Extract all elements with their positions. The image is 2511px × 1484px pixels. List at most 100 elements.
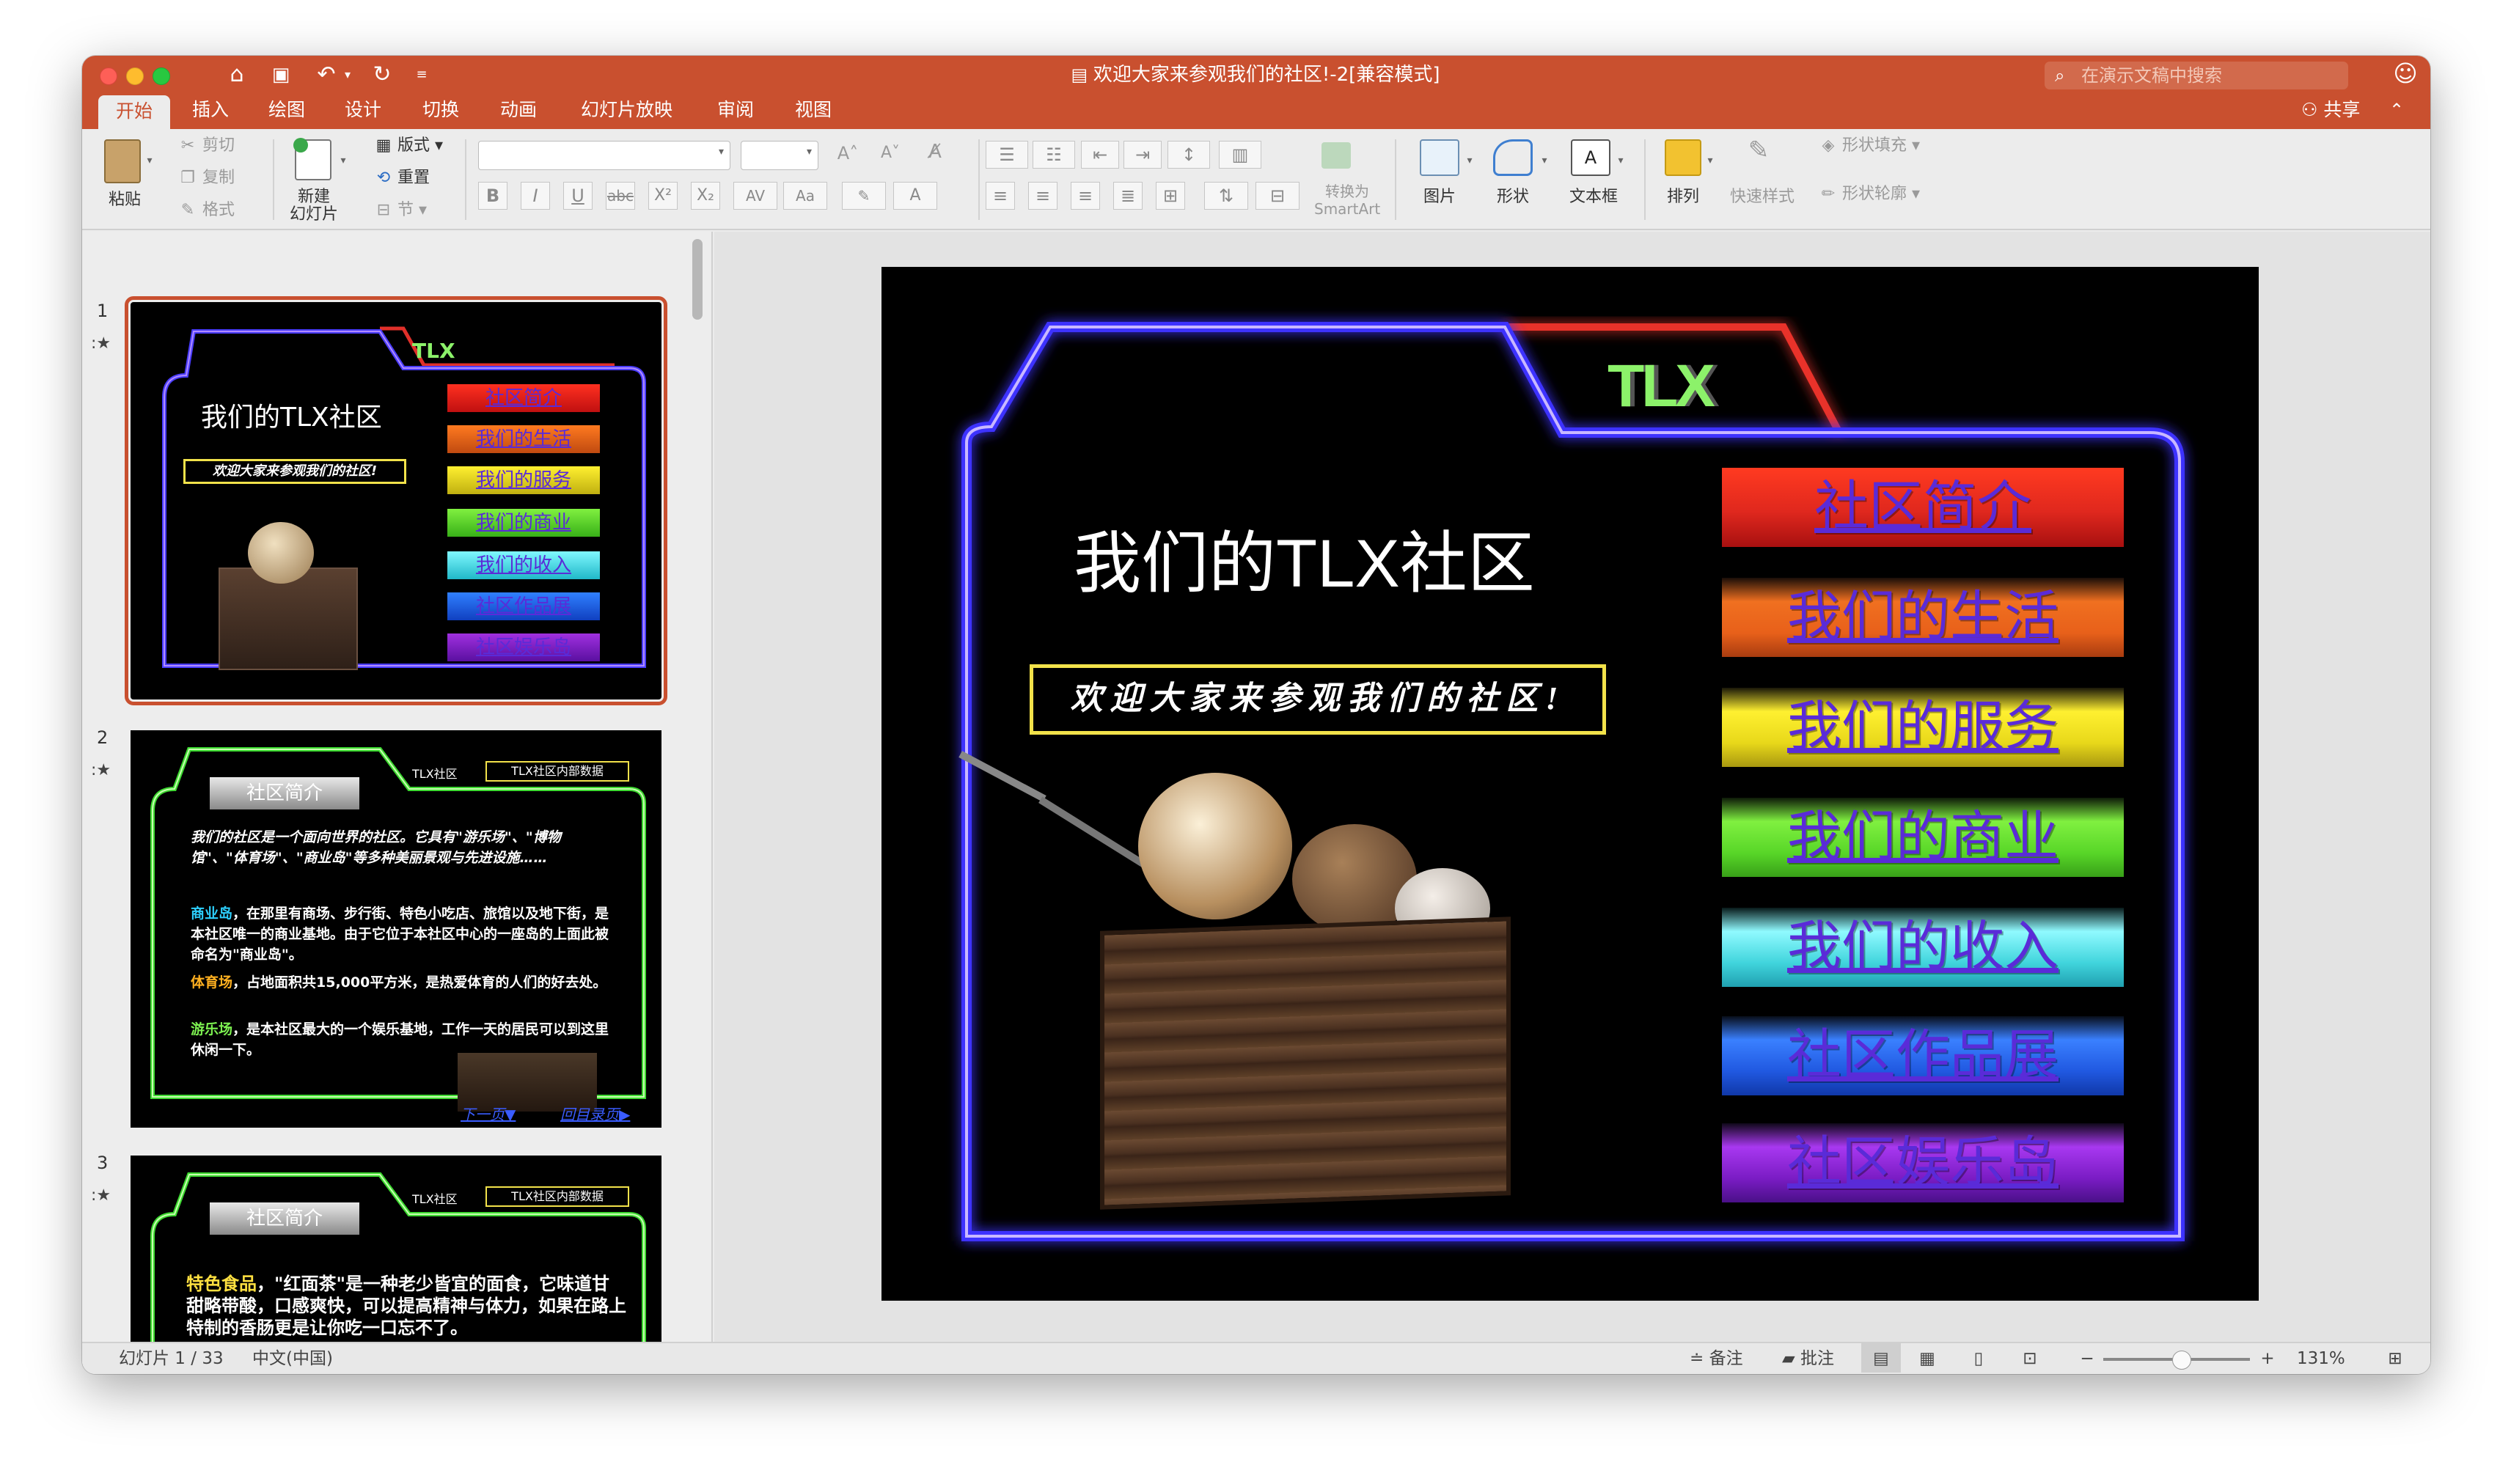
font-family-select[interactable]: ▾: [478, 141, 730, 170]
save-icon[interactable]: ▣: [265, 60, 296, 89]
copy-icon[interactable]: ❐: [176, 169, 199, 188]
decrease-font-icon[interactable]: A˅: [871, 144, 909, 163]
shape-icon[interactable]: [1493, 139, 1533, 176]
align-right-button[interactable]: ≡: [1071, 182, 1100, 210]
textbox-button[interactable]: 文本框: [1561, 188, 1627, 207]
shape-outline-button[interactable]: 形状轮廓 ▾: [1842, 185, 1938, 204]
convert-smartart-label-1[interactable]: 转换为: [1314, 182, 1380, 201]
highlight-button[interactable]: ✎: [842, 182, 886, 210]
new-slide-dropdown-icon[interactable]: ▾: [337, 151, 349, 170]
paste-dropdown-icon[interactable]: ▾: [144, 151, 155, 170]
underline-button[interactable]: U: [563, 182, 593, 210]
language-indicator[interactable]: 中文(中国): [252, 1343, 333, 1374]
clear-formatting-icon[interactable]: A̸: [917, 142, 953, 161]
numbering-button[interactable]: ☷: [1033, 141, 1075, 169]
zoom-slider-thumb[interactable]: [2172, 1351, 2191, 1370]
convert-smartart-label-2[interactable]: SmartArt: [1314, 199, 1380, 218]
picture-button[interactable]: 图片: [1414, 188, 1465, 207]
copy-button[interactable]: 复制: [202, 169, 246, 188]
tab-draw[interactable]: 绘图: [268, 94, 305, 126]
notes-button[interactable]: ≐ 备注: [1690, 1343, 1743, 1374]
picture-dropdown-icon[interactable]: ▾: [1464, 151, 1476, 170]
tab-home[interactable]: 开始: [98, 95, 171, 129]
decrease-indent-button[interactable]: ⇤: [1081, 141, 1119, 169]
reset-button[interactable]: 重置: [397, 169, 449, 188]
textbox-icon[interactable]: A: [1571, 139, 1610, 176]
minimize-window-button[interactable]: [126, 67, 144, 85]
slide-thumbnail-2[interactable]: 社区简介 TLX社区 TLX社区内部数据 我们的社区是一个面向世界的社区。它具有…: [131, 730, 661, 1128]
new-slide-label-1[interactable]: 新建: [285, 188, 343, 207]
zoom-in-icon[interactable]: +: [2259, 1343, 2276, 1374]
cut-button[interactable]: 剪切: [202, 136, 246, 155]
menu-link-our-services[interactable]: 我们的服务: [1722, 688, 2124, 767]
bold-button[interactable]: B: [478, 182, 507, 210]
arrange-dropdown-icon[interactable]: ▾: [1704, 151, 1716, 170]
shape-dropdown-icon[interactable]: ▾: [1539, 151, 1550, 170]
slide-thumbnail-panel[interactable]: 1 :★ TLX 我们的TLX社区 欢迎大家来参观我们的社区! 社区简介 我们的…: [82, 232, 713, 1374]
text-direction-button[interactable]: ⇅: [1204, 182, 1248, 210]
format-painter-button[interactable]: 格式: [202, 201, 246, 220]
tab-insert[interactable]: 插入: [192, 94, 229, 126]
tab-slideshow[interactable]: 幻灯片放映: [581, 94, 672, 126]
zoom-level[interactable]: 131%: [2297, 1343, 2345, 1374]
account-icon[interactable]: ☺: [2391, 59, 2420, 88]
customize-toolbar-icon[interactable]: ≡: [411, 60, 433, 89]
font-color-button[interactable]: A: [893, 182, 937, 210]
share-button[interactable]: ⚇ 共享: [2301, 94, 2360, 126]
zoom-window-button[interactable]: [153, 67, 170, 85]
shape-fill-icon[interactable]: ◈: [1817, 136, 1839, 155]
quick-styles-icon[interactable]: ✎: [1737, 138, 1781, 163]
menu-link-our-business[interactable]: 我们的商业: [1722, 798, 2124, 877]
tab-animations[interactable]: 动画: [500, 94, 537, 126]
justify-button[interactable]: ≣: [1113, 182, 1143, 210]
quick-styles-button[interactable]: 快速样式: [1722, 188, 1803, 207]
menu-link-entertainment-island[interactable]: 社区娱乐岛: [1722, 1123, 2124, 1202]
undo-icon[interactable]: ↶: [311, 60, 342, 89]
redo-icon[interactable]: ↻: [367, 60, 397, 89]
picture-icon[interactable]: [1420, 139, 1459, 176]
comments-button[interactable]: ▰ 批注: [1782, 1343, 1834, 1374]
shape-fill-button[interactable]: 形状填充 ▾: [1842, 136, 1938, 155]
search-input[interactable]: ⌕ 在演示文稿中搜索: [2045, 62, 2348, 89]
align-text-button[interactable]: ⊟: [1256, 182, 1300, 210]
section-icon[interactable]: ⊟: [373, 201, 395, 220]
cut-icon[interactable]: ✂: [176, 136, 199, 155]
layout-button[interactable]: 版式 ▾: [397, 136, 449, 155]
menu-link-works-gallery[interactable]: 社区作品展: [1722, 1016, 2124, 1095]
reset-icon[interactable]: ⟲: [373, 169, 395, 188]
layout-icon[interactable]: ▦: [373, 136, 395, 155]
fit-to-window-icon[interactable]: ⊞: [2382, 1343, 2408, 1374]
section-button[interactable]: 节 ▾: [397, 201, 449, 220]
home-icon[interactable]: ⌂: [221, 60, 252, 89]
format-painter-icon[interactable]: ✎: [176, 201, 199, 220]
align-center-button[interactable]: ≡: [1028, 182, 1057, 210]
menu-link-community-intro[interactable]: 社区简介: [1722, 468, 2124, 547]
slide-sorter-icon[interactable]: ▦: [1913, 1343, 1942, 1374]
line-spacing-button[interactable]: ↕: [1167, 141, 1210, 169]
strikethrough-button[interactable]: abc: [606, 182, 635, 210]
arrange-icon[interactable]: [1665, 139, 1701, 176]
paste-button[interactable]: 粘贴: [103, 191, 147, 210]
subscript-button[interactable]: X₂: [691, 182, 720, 210]
menu-link-our-income[interactable]: 我们的收入: [1722, 908, 2124, 987]
slide-thumbnail-1[interactable]: TLX 我们的TLX社区 欢迎大家来参观我们的社区! 社区简介 我们的生活 我们…: [125, 296, 667, 705]
slideshow-view-icon[interactable]: ⊡: [2015, 1343, 2045, 1374]
tab-review[interactable]: 审阅: [717, 94, 754, 126]
menu-link-our-life[interactable]: 我们的生活: [1722, 578, 2124, 657]
superscript-button[interactable]: X²: [648, 182, 678, 210]
increase-font-icon[interactable]: A˄: [829, 144, 867, 163]
bullets-button[interactable]: ☰: [986, 141, 1028, 169]
current-slide[interactable]: TLX 我们的TLX社区 欢迎大家来参观我们的社区! 社区简介 我们的生活 我们…: [881, 267, 2259, 1301]
tab-view[interactable]: 视图: [795, 94, 832, 126]
change-case-button[interactable]: Aa: [783, 182, 827, 210]
columns-button[interactable]: ▥: [1219, 141, 1261, 169]
undo-dropdown-icon[interactable]: ▾: [340, 60, 355, 89]
align-left-button[interactable]: ≡: [986, 182, 1015, 210]
textbox-dropdown-icon[interactable]: ▾: [1615, 151, 1627, 170]
tab-transitions[interactable]: 切换: [422, 94, 459, 126]
tab-design[interactable]: 设计: [345, 94, 381, 126]
paste-icon[interactable]: [104, 139, 141, 183]
increase-indent-button[interactable]: ⇥: [1123, 141, 1162, 169]
zoom-out-icon[interactable]: −: [2078, 1343, 2096, 1374]
shape-button[interactable]: 形状: [1487, 188, 1539, 207]
